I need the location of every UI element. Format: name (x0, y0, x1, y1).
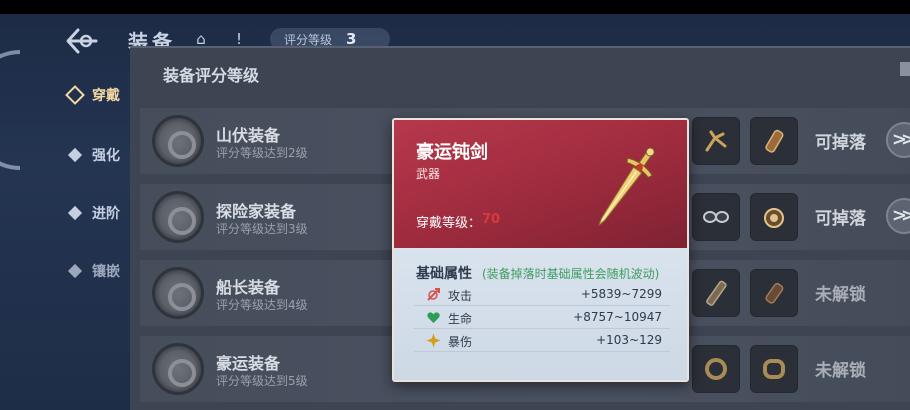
tier-name: 山伏装备 (216, 126, 281, 145)
wear-level-label: 穿戴等级： (416, 216, 482, 231)
item-tooltip: 豪运钝剑 武器 穿戴等级： 70 基础属性 (装备掉落时基础属性会随机波动) 攻… (392, 118, 689, 382)
attribute-value: +8757~10947 (573, 310, 662, 324)
side-tab-advance[interactable]: 进阶 (67, 198, 130, 228)
spyglass-icon (706, 280, 727, 306)
side-tab-label: 进阶 (92, 206, 120, 222)
attribute-value: +103~129 (596, 333, 662, 347)
lock-status: 未解锁 (815, 285, 866, 305)
claw-icon (705, 130, 727, 152)
goggles-icon (703, 211, 729, 223)
ring-icon (705, 358, 727, 380)
side-tab-label: 穿戴 (92, 88, 120, 104)
lock-status: 未解锁 (815, 361, 866, 381)
item-name: 豪运钝剑 (416, 142, 488, 163)
bangle-icon (763, 359, 785, 379)
attribute-row: 攻击 +5839~7299 (414, 284, 670, 306)
go-button[interactable]: >> (886, 122, 910, 158)
item-type: 武器 (416, 167, 441, 181)
panel-title: 装备评分等级 (163, 66, 260, 85)
attribute-name: 生命 (448, 312, 473, 326)
side-tab-label: 强化 (92, 148, 120, 164)
tier-requirement: 评分等级达到5级 (216, 374, 308, 388)
tier-requirement: 评分等级达到4级 (216, 298, 308, 312)
equipment-slot[interactable] (750, 117, 798, 165)
diamond-marker-icon (67, 147, 83, 163)
tooltip-attributes: 基础属性 (装备掉落时基础属性会随机波动) 攻击 +5839~7299 生命 +… (394, 248, 687, 380)
attribute-name: 暴伤 (448, 335, 473, 349)
equipment-slot[interactable] (750, 193, 798, 241)
side-arc-decoration (0, 50, 20, 170)
sword-icon (598, 147, 655, 227)
side-tab-label: 镶嵌 (92, 264, 120, 280)
heart-icon (427, 312, 440, 323)
attribute-row: 生命 +8757~10947 (414, 307, 670, 329)
attr-title: 基础属性 (416, 266, 472, 282)
score-label: 评分等级 (284, 33, 333, 47)
tier-name: 船长装备 (216, 278, 281, 297)
tier-name: 探险家装备 (216, 202, 297, 221)
top-letterbox (0, 0, 910, 14)
side-tab-enhance[interactable]: 强化 (67, 140, 130, 170)
drop-status: 可掉落 (815, 209, 866, 229)
tier-name: 豪运装备 (216, 354, 281, 373)
equipment-slot[interactable] (692, 117, 740, 165)
tier-requirement: 评分等级达到3级 (216, 222, 308, 236)
attribute-name: 攻击 (448, 289, 473, 303)
tier-requirement: 评分等级达到2级 (216, 146, 308, 160)
drop-status: 可掉落 (815, 133, 866, 153)
game-screen: 装备 ⌂ ! 评分等级 3 穿戴 强化 进阶 镶嵌 装备评分等级 山伏装备 评分等… (0, 0, 910, 410)
attr-note: (装备掉落时基础属性会随机波动) (482, 267, 660, 281)
wear-level-value: 70 (482, 212, 501, 227)
back-arrow-icon[interactable] (64, 26, 98, 56)
equipment-slot[interactable] (692, 269, 740, 317)
side-tab-wear[interactable]: 穿戴 (65, 80, 130, 110)
equipment-slot[interactable] (692, 345, 740, 393)
equipment-slot[interactable] (750, 269, 798, 317)
gauntlet-icon (765, 282, 784, 304)
panel-corner-mark (900, 62, 910, 76)
equipment-slot[interactable] (692, 193, 740, 241)
attack-icon (427, 288, 440, 301)
go-button[interactable]: >> (886, 198, 910, 234)
amulet-icon (764, 208, 784, 228)
attribute-row: 暴伤 +103~129 (414, 330, 670, 352)
diamond-marker-icon (65, 85, 85, 105)
gear-icon (152, 343, 204, 395)
bracer-icon (765, 129, 784, 153)
diamond-marker-icon (67, 205, 83, 221)
gear-icon (152, 115, 204, 167)
crit-icon (426, 333, 441, 348)
diamond-marker-icon (67, 263, 83, 279)
tooltip-header: 豪运钝剑 武器 穿戴等级： 70 (394, 120, 687, 248)
equipment-slot[interactable] (750, 345, 798, 393)
gear-icon (152, 191, 204, 243)
attribute-value: +5839~7299 (580, 287, 662, 301)
side-tab-inlay[interactable]: 镶嵌 (67, 256, 130, 286)
gear-icon (152, 267, 204, 319)
